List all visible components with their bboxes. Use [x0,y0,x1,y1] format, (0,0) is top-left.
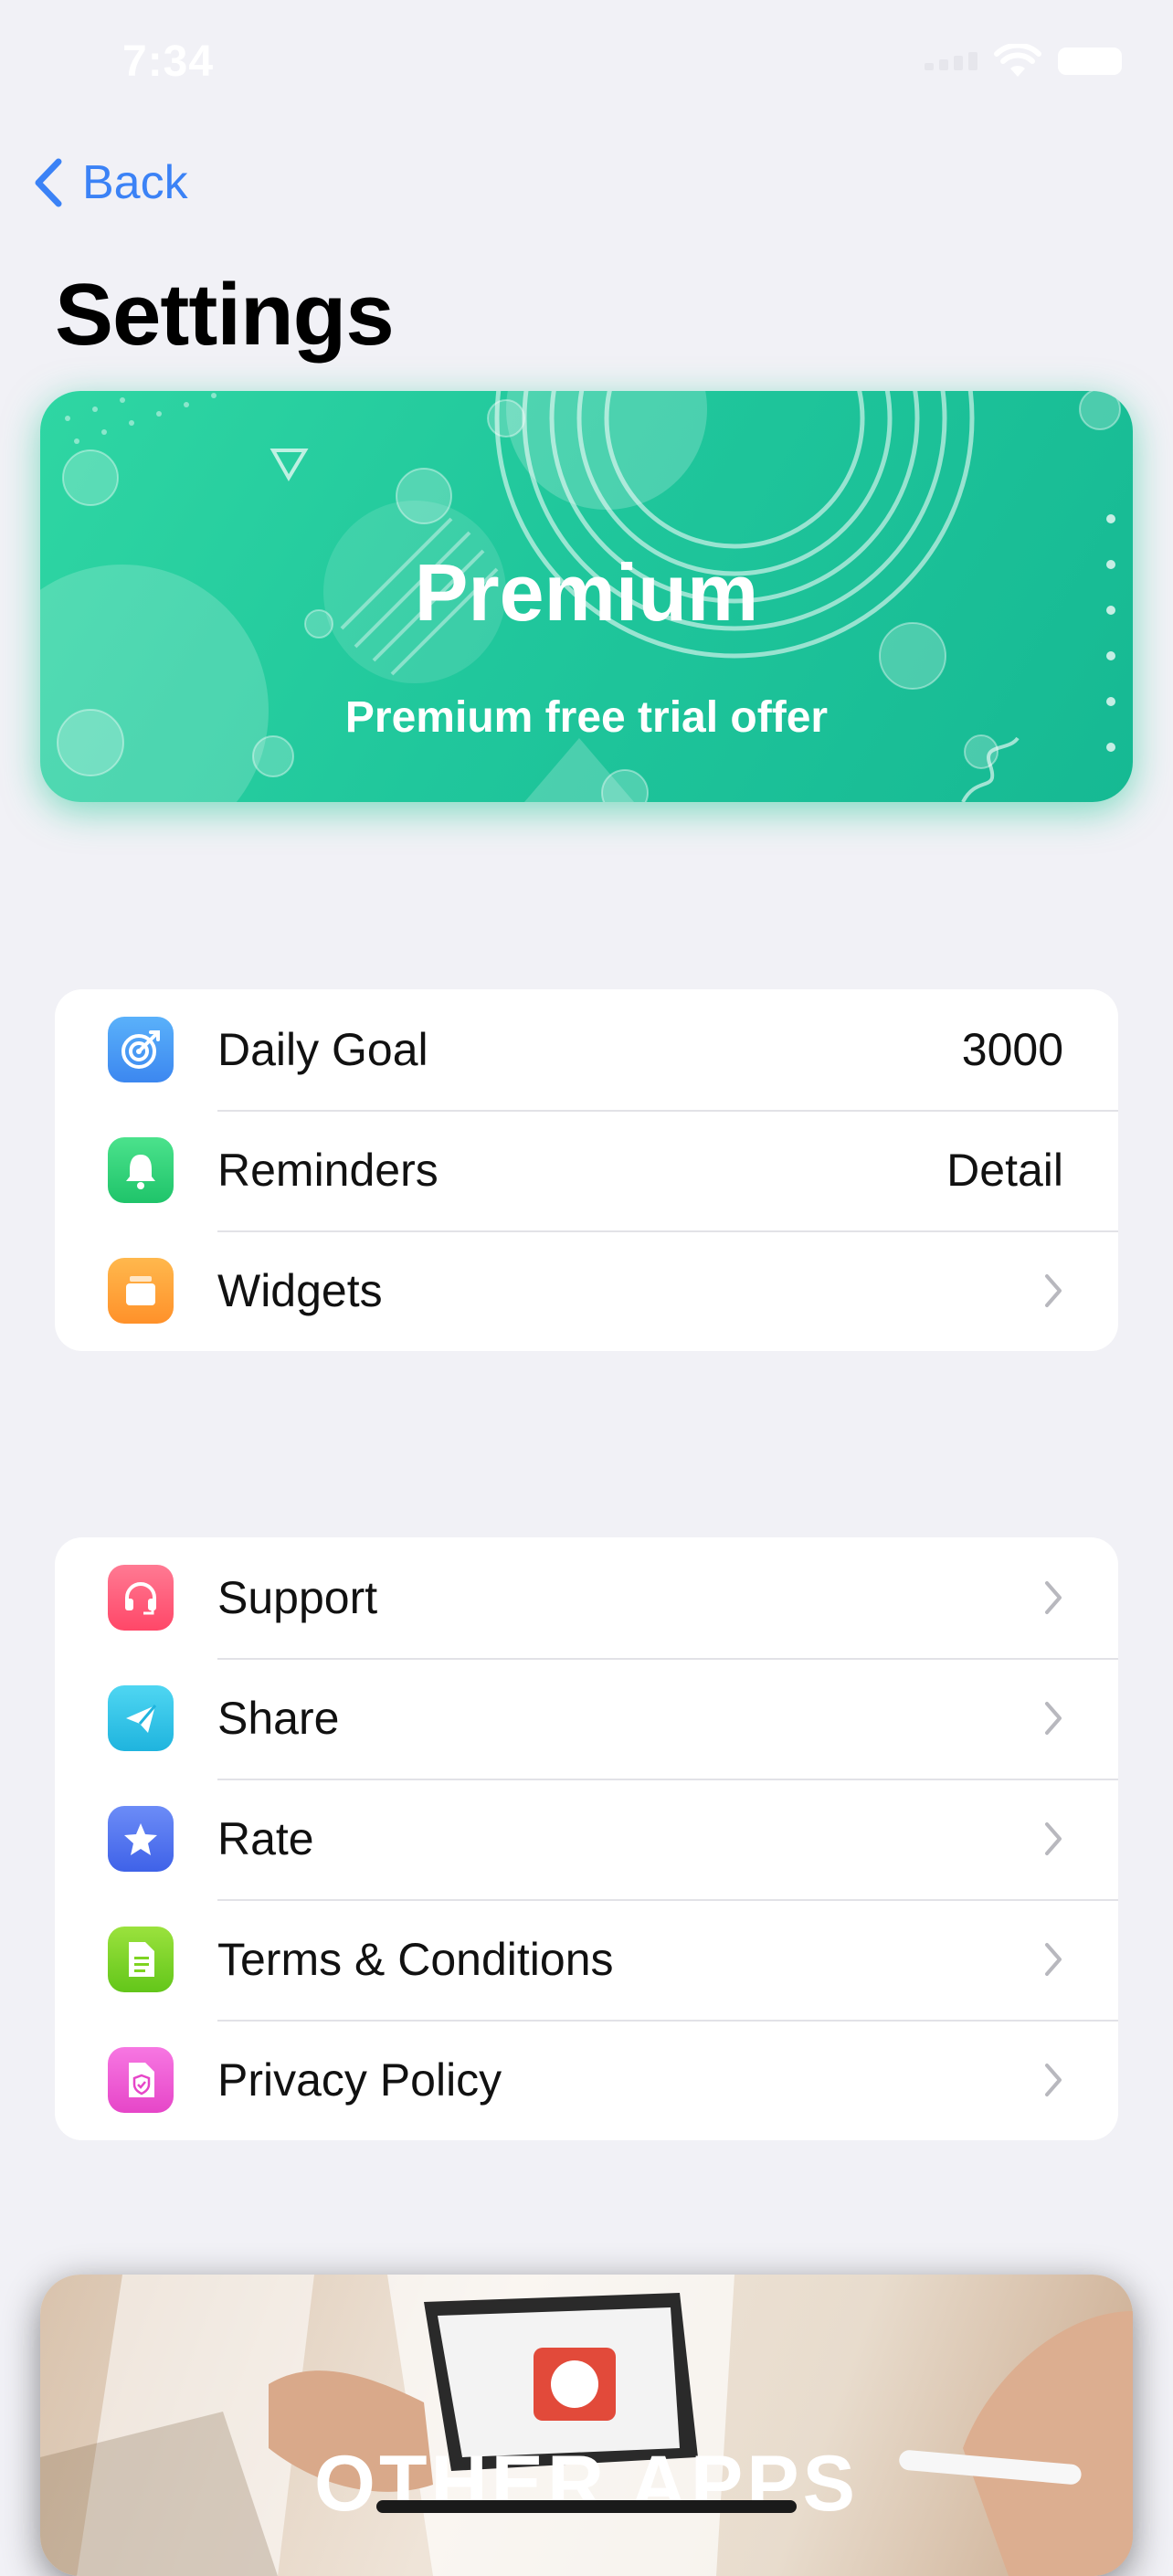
chevron-right-icon [1045,1702,1062,1735]
daily-goal-row[interactable]: Daily Goal 3000 [55,989,1118,1110]
headphones-icon [108,1565,174,1631]
widgets-row[interactable]: Widgets [55,1230,1118,1351]
widgets-label: Widgets [217,1265,383,1316]
reminders-row[interactable]: Reminders Detail [55,1110,1118,1230]
terms-label: Terms & Conditions [217,1934,614,1985]
chevron-right-icon [1045,1274,1062,1307]
chevron-right-icon [1045,1822,1062,1855]
share-label: Share [217,1693,340,1744]
other-apps-photo [40,2275,1133,2576]
privacy-policy-label: Privacy Policy [217,2054,502,2106]
chevron-right-icon [1045,1581,1062,1614]
page-title: Settings [55,266,395,364]
privacy-policy-row[interactable]: Privacy Policy [55,2020,1118,2140]
support-row[interactable]: Support [55,1537,1118,1658]
daily-goal-value: 3000 [961,1024,1063,1075]
chevron-right-icon [1045,2064,1062,2096]
shield-document-icon [108,2047,174,2113]
chevron-left-icon [35,158,62,207]
settings-group-goals: Daily Goal 3000 Reminders Detail Widgets [55,989,1118,1351]
premium-banner[interactable]: Premium Premium free trial offer [40,391,1133,802]
battery-icon [1058,48,1122,75]
star-icon [108,1806,174,1872]
premium-subtitle: Premium free trial offer [344,693,829,742]
home-indicator[interactable] [376,2500,797,2513]
document-icon [108,1927,174,1992]
status-indicators [925,44,1122,79]
share-row[interactable]: Share [55,1658,1118,1779]
reminders-label: Reminders [217,1145,439,1196]
daily-goal-label: Daily Goal [217,1024,428,1075]
terms-row[interactable]: Terms & Conditions [55,1899,1118,2020]
back-label: Back [82,156,188,209]
rate-label: Rate [217,1813,314,1864]
premium-title: Premium [414,547,759,638]
other-apps-title: OTHER APPS [314,2440,859,2528]
target-icon [108,1017,174,1082]
widgets-icon [108,1258,174,1324]
settings-group-support: Support Share Rate Terms & Conditions Pr… [55,1537,1118,2140]
paper-plane-icon [108,1685,174,1751]
chevron-right-icon [1045,1943,1062,1976]
back-button[interactable]: Back [33,155,188,210]
bell-icon [108,1137,174,1203]
status-time: 7:34 [122,37,215,86]
rate-row[interactable]: Rate [55,1779,1118,1899]
wifi-icon [994,44,1041,77]
other-apps-banner[interactable]: OTHER APPS [40,2275,1133,2576]
support-label: Support [217,1572,378,1623]
status-bar: 7:34 [0,0,1173,128]
cellular-signal-icon [925,52,978,70]
reminders-value: Detail [946,1145,1063,1196]
